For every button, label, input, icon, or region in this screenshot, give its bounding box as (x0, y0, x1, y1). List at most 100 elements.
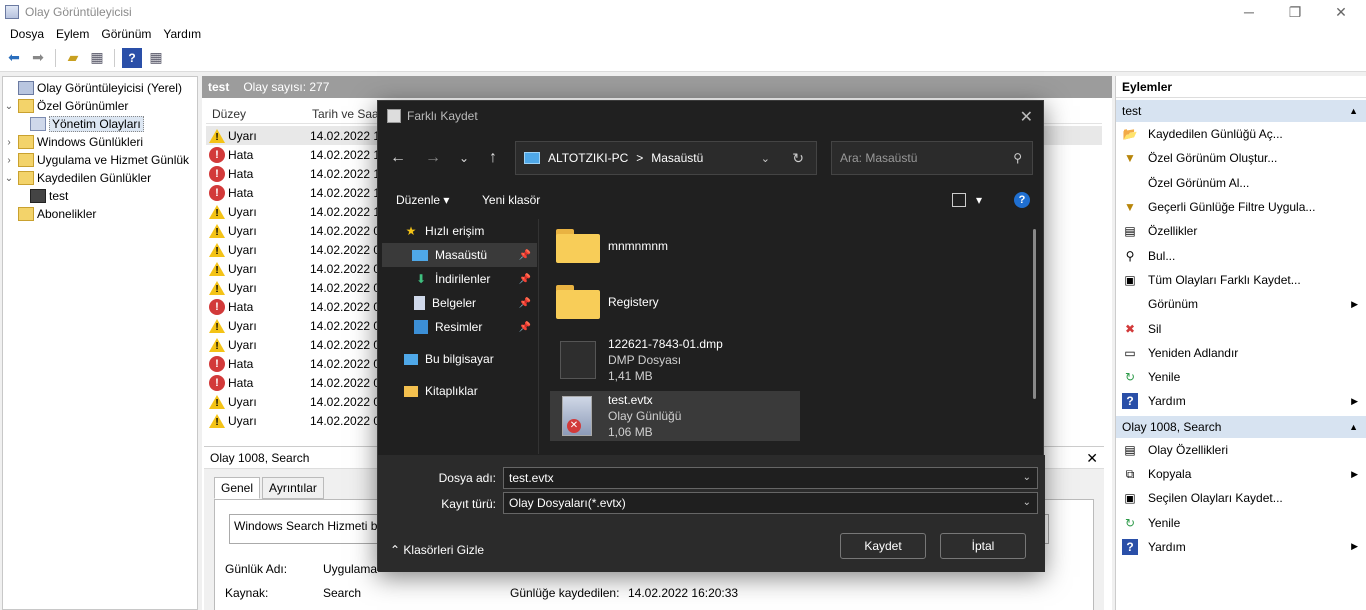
action-item[interactable]: ⧉ Kopyala ▶ (1116, 462, 1366, 486)
dialog-app-icon (387, 109, 401, 123)
forward-icon[interactable]: ➡ (28, 48, 48, 68)
organize-button[interactable]: Düzenle ▾ (396, 193, 449, 207)
nav-desktop[interactable]: Masaüstü 📌 (382, 243, 537, 267)
file-item-folder[interactable]: mnmnmnm (550, 221, 800, 271)
menu-help[interactable]: Yardım (157, 27, 207, 41)
pin-icon[interactable]: 📌 (519, 250, 531, 261)
action-item[interactable]: ▼ Özel Görünüm Oluştur... (1116, 146, 1366, 170)
chevron-down-icon[interactable]: ⌄ (1023, 468, 1031, 488)
action-item[interactable]: ▭ Yeniden Adlandır (1116, 341, 1366, 365)
filetype-select[interactable]: Olay Dosyaları(*.evtx) ⌄ (503, 492, 1038, 514)
level-text: Uyarı (228, 242, 257, 257)
tree-subscriptions[interactable]: Abonelikler (3, 205, 197, 223)
pin-icon[interactable]: 📌 (519, 298, 531, 309)
back-icon[interactable]: ⬅ (4, 48, 24, 68)
date-text: 14.02.2022 03 (310, 318, 387, 333)
help-icon[interactable]: ? (1014, 192, 1030, 208)
action-item[interactable]: ▤ Olay Özellikleri (1116, 438, 1366, 462)
refresh-icon[interactable]: ↻ (792, 150, 804, 167)
level-text: Hata (228, 147, 254, 162)
chevron-down-icon[interactable]: ⌄ (761, 152, 770, 165)
expand-icon[interactable]: › (3, 137, 15, 148)
action-item[interactable]: 📂 Kaydedilen Günlüğü Aç... (1116, 122, 1366, 146)
action-item[interactable]: ✖ Sil (1116, 316, 1366, 340)
minimize-button[interactable]: ─ (1226, 0, 1272, 24)
tree-root[interactable]: Olay Görüntüleyicisi (Yerel) (3, 79, 197, 97)
cancel-button[interactable]: İptal (940, 533, 1026, 559)
up-folder-icon[interactable]: ▰ (63, 48, 83, 68)
tree-saved-test[interactable]: test (3, 187, 197, 205)
nav-libraries[interactable]: Kitaplıklar (382, 379, 537, 403)
maximize-button[interactable]: ❐ (1272, 0, 1318, 24)
pane-divider[interactable] (538, 219, 539, 454)
file-list-scrollbar[interactable] (1033, 229, 1036, 399)
tab-details[interactable]: Ayrıntılar (262, 477, 324, 499)
nav-quick-access[interactable]: ★ Hızlı erişim (382, 219, 537, 243)
collapse-icon[interactable]: ⌄ (3, 101, 15, 112)
action-item[interactable]: ↻ Yenile (1116, 510, 1366, 534)
save-button[interactable]: Kaydet (840, 533, 926, 559)
desktop-icon (412, 249, 428, 261)
address-folder[interactable]: Masaüstü (651, 151, 703, 165)
file-item-dmp[interactable]: 122621-7843-01.dmp DMP Dosyası 1,41 MB (550, 335, 800, 385)
action-item[interactable]: ↻ Yenile (1116, 365, 1366, 389)
hide-folders-toggle[interactable]: ⌃ Klasörleri Gizle (390, 543, 484, 557)
tree-app-service-logs[interactable]: › Uygulama ve Hizmet Günlük (3, 151, 197, 169)
action-item[interactable]: ? Yardım ▶ (1116, 535, 1366, 559)
action-item[interactable]: ⚲ Bul... (1116, 243, 1366, 267)
collapse-icon[interactable]: ▲ (1349, 100, 1358, 122)
pin-icon[interactable]: 📌 (519, 274, 531, 285)
recent-locations-icon[interactable]: ⌄ (453, 147, 475, 169)
nav-documents[interactable]: Belgeler 📌 (382, 291, 537, 315)
menu-view[interactable]: Görünüm (95, 27, 157, 41)
close-icon[interactable]: ✕ (1020, 107, 1033, 127)
tree-saved-logs[interactable]: ⌄ Kaydedilen Günlükler (3, 169, 197, 187)
action-item[interactable]: Görünüm ▶ (1116, 292, 1366, 316)
tree-custom-views[interactable]: ⌄ Özel Görünümler (3, 97, 197, 115)
action-pane-icon[interactable]: ▦ (146, 48, 166, 68)
chevron-down-icon[interactable]: ▾ (976, 193, 982, 207)
close-window-button[interactable]: ✕ (1318, 0, 1364, 24)
file-item-folder[interactable]: Registery (550, 277, 800, 327)
back-icon[interactable]: ← (387, 147, 409, 169)
address-pc[interactable]: ALTOTZIKI-PC (548, 151, 628, 165)
menu-file[interactable]: Dosya (4, 27, 50, 41)
level-text: Uyarı (228, 394, 257, 409)
action-item[interactable]: Özel Görünüm Al... (1116, 171, 1366, 195)
new-folder-button[interactable]: Yeni klasör (482, 193, 540, 207)
view-options-icon[interactable] (952, 193, 966, 207)
level-text: Uyarı (228, 261, 257, 276)
action-item[interactable]: ▣ Tüm Olayları Farklı Kaydet... (1116, 268, 1366, 292)
up-icon[interactable]: ↑ (482, 147, 504, 169)
address-bar[interactable]: ALTOTZIKI-PC > Masaüstü ⌄ ↻ (515, 141, 817, 175)
collapse-icon[interactable]: ▲ (1349, 416, 1358, 438)
column-level[interactable]: Düzey (206, 104, 306, 123)
actions-section-log[interactable]: test ▲ (1116, 100, 1366, 122)
chevron-down-icon[interactable]: ⌄ (1023, 493, 1031, 513)
file-item-evtx[interactable]: ✕ test.evtx Olay Günlüğü 1,06 MB (550, 391, 800, 441)
tree-windows-logs[interactable]: › Windows Günlükleri (3, 133, 197, 151)
collapse-icon[interactable]: ⌄ (3, 173, 15, 184)
menu-action[interactable]: Eylem (50, 27, 95, 41)
actions-section-event[interactable]: Olay 1008, Search ▲ (1116, 415, 1366, 438)
nav-downloads[interactable]: ⬇ İndirilenler 📌 (382, 267, 537, 291)
nav-this-pc[interactable]: Bu bilgisayar (382, 347, 537, 371)
forward-icon[interactable]: → (422, 147, 444, 169)
tab-general[interactable]: Genel (214, 477, 261, 499)
pin-icon[interactable]: 📌 (519, 322, 531, 333)
filename-input[interactable]: test.evtx ⌄ (503, 467, 1038, 489)
nav-pictures[interactable]: Resimler 📌 (382, 315, 537, 339)
show-tree-icon[interactable]: ▦ (87, 48, 107, 68)
action-item[interactable]: ? Yardım ▶ (1116, 389, 1366, 413)
submenu-arrow-icon: ▶ (1351, 468, 1358, 479)
action-item[interactable]: ▤ Özellikler (1116, 219, 1366, 243)
action-item[interactable]: ▼ Geçerli Günlüğe Filtre Uygula... (1116, 195, 1366, 219)
warning-icon: ! (209, 242, 225, 258)
action-item[interactable]: ▣ Seçilen Olayları Kaydet... (1116, 486, 1366, 510)
tree-admin-events[interactable]: Yönetim Olayları (3, 115, 197, 133)
search-box[interactable]: Ara: Masaüstü ⚲ (831, 141, 1033, 175)
expand-icon[interactable]: › (3, 155, 15, 166)
help-icon[interactable]: ? (122, 47, 142, 68)
close-icon[interactable]: ✕ (1086, 450, 1098, 467)
help-icon: ? (1122, 393, 1138, 410)
